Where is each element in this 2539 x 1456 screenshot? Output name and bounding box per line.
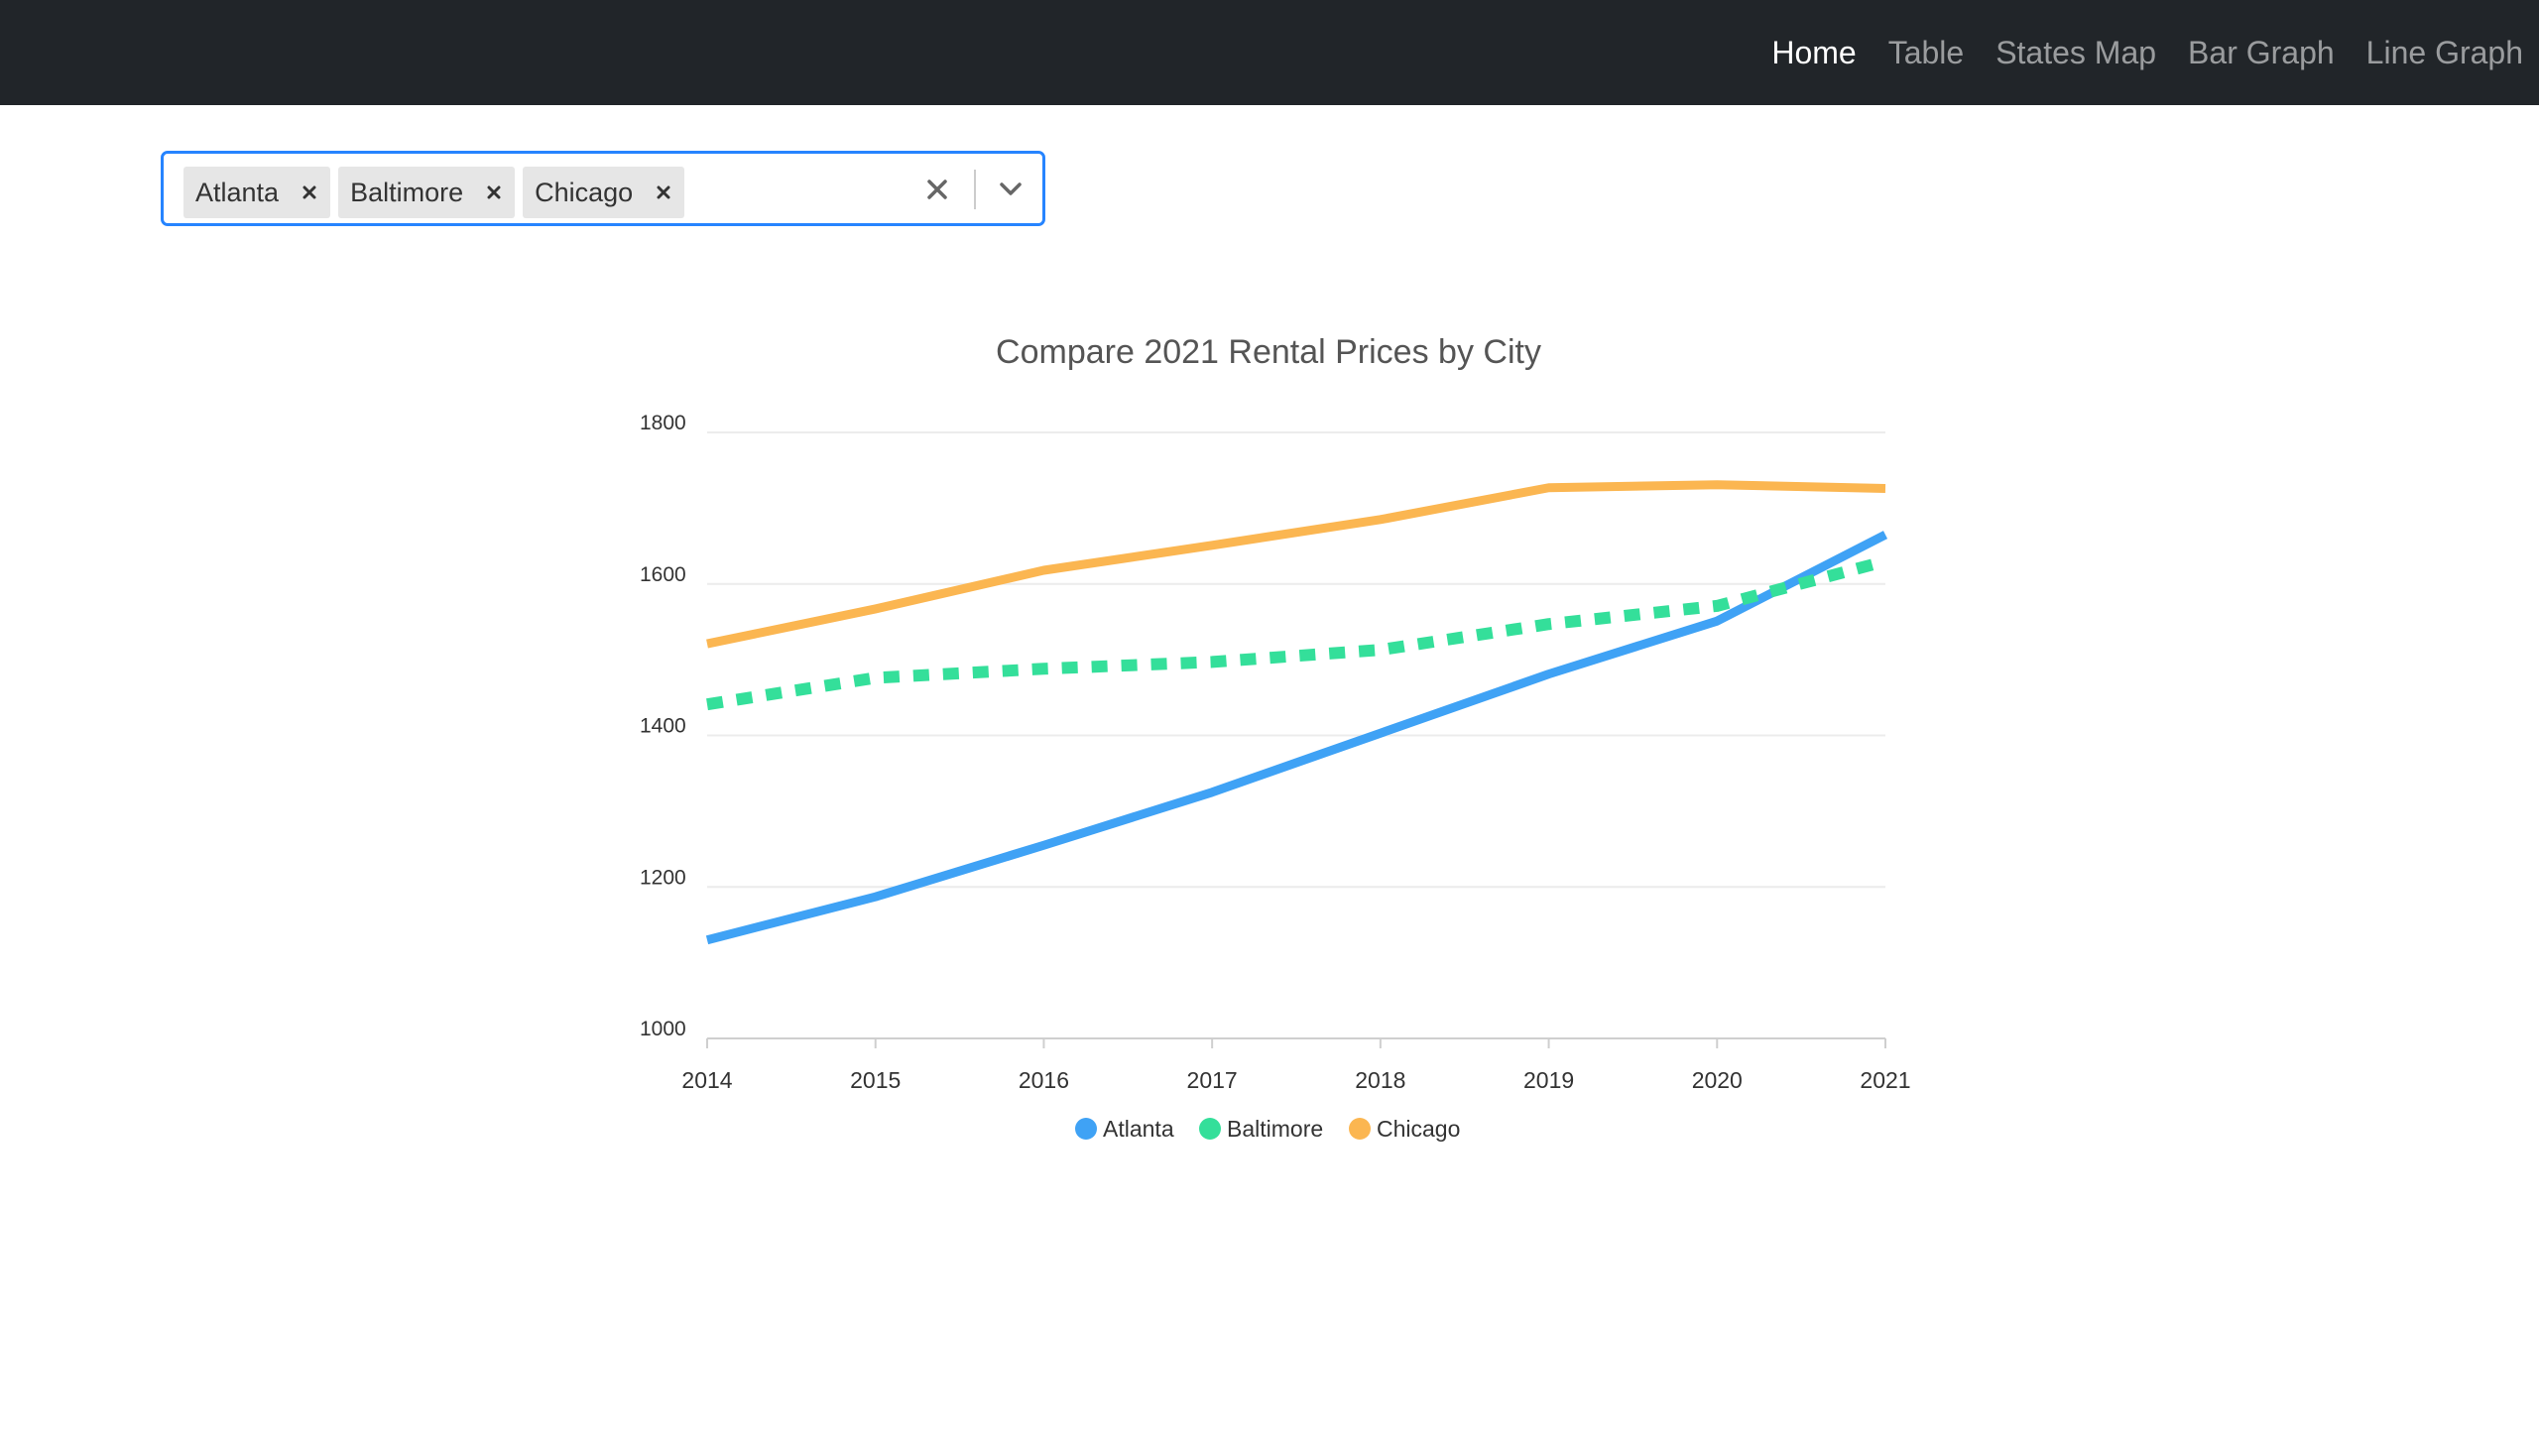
series-line-atlanta	[705, 531, 1888, 945]
legend-marker-chicago[interactable]	[1349, 1118, 1371, 1140]
legend-label-baltimore[interactable]: Baltimore	[1227, 1116, 1323, 1142]
chart-title: Compare 2021 Rental Prices by City	[996, 333, 1541, 371]
y-tick-label: 1000	[640, 1018, 686, 1040]
x-tick-label: 2017	[1187, 1067, 1238, 1093]
x-tick-label: 2021	[1860, 1067, 1910, 1093]
y-tick-label: 1800	[640, 412, 686, 434]
legend-marker-atlanta[interactable]	[1075, 1118, 1097, 1140]
y-tick-label: 1600	[640, 563, 686, 586]
legend-label-atlanta[interactable]: Atlanta	[1103, 1116, 1174, 1142]
y-tick-label: 1200	[640, 866, 686, 889]
line-chart: Compare 2021 Rental Prices by City 1800 1…	[640, 333, 1911, 1142]
series-line-baltimore	[706, 555, 1887, 711]
x-tick-label: 2016	[1019, 1067, 1069, 1093]
x-tick-label: 2014	[681, 1067, 732, 1093]
legend-marker-baltimore[interactable]	[1199, 1118, 1221, 1140]
x-tick-label: 2020	[1692, 1067, 1743, 1093]
x-tick-label: 2019	[1523, 1067, 1574, 1093]
y-tick-label: 1400	[640, 715, 686, 738]
x-tick-label: 2018	[1355, 1067, 1405, 1093]
x-tick-label: 2015	[850, 1067, 901, 1093]
legend-label-chicago[interactable]: Chicago	[1377, 1116, 1460, 1142]
